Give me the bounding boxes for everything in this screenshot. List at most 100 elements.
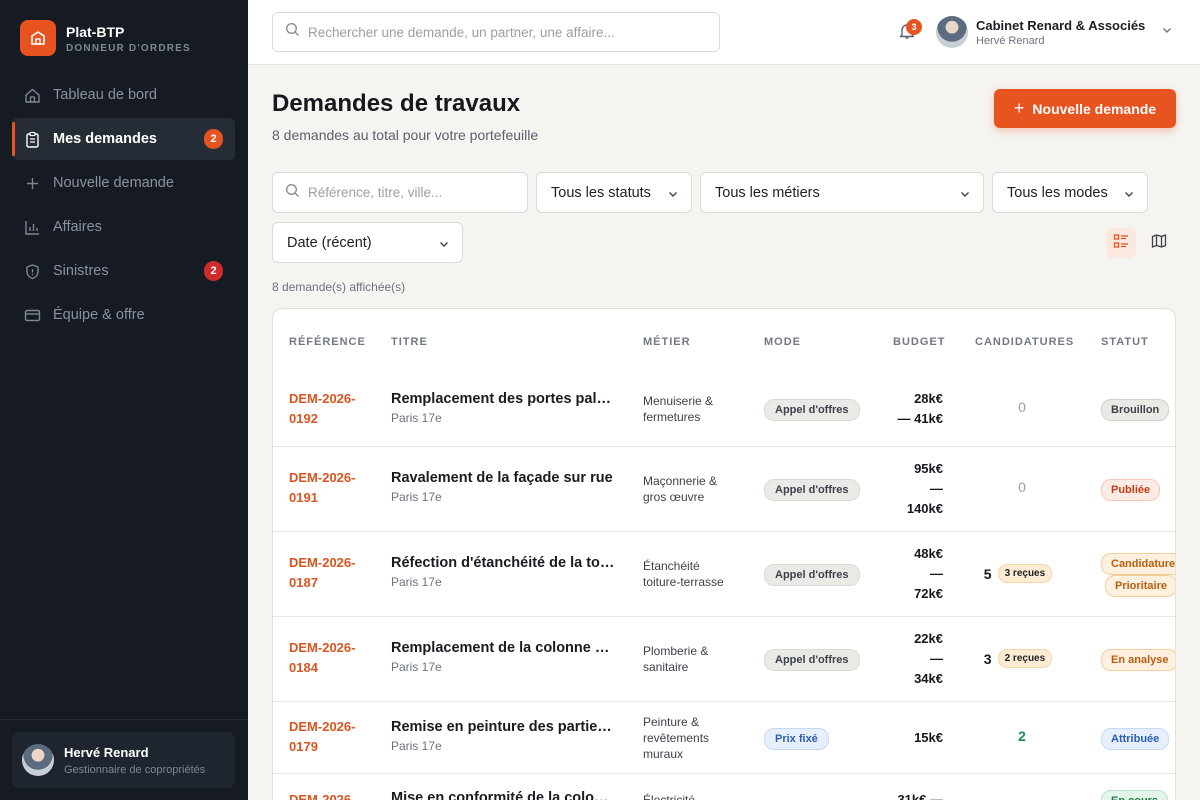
status-badge: Publiée xyxy=(1101,479,1161,501)
budget-max: 72k€ xyxy=(914,586,943,601)
chevron-down-icon xyxy=(1161,23,1173,41)
column-header-titre[interactable]: TITRE xyxy=(391,336,428,348)
status-filter[interactable]: Tous les statuts xyxy=(536,172,692,213)
status-filter-value: Tous les statuts xyxy=(551,184,651,201)
request-title[interactable]: Réfection d'étanchéité de la toiture-ter… xyxy=(391,555,615,571)
status-badge: Attribuée xyxy=(1101,728,1170,750)
new-request-button[interactable]: + Nouvelle demande xyxy=(994,89,1176,128)
map-icon xyxy=(1151,233,1167,254)
reference-prefix: DEM-2026- xyxy=(289,719,356,734)
priority-badge: Prioritaire xyxy=(1105,575,1175,597)
budget-min: 48k€ xyxy=(914,546,943,561)
request-title[interactable]: Remise en peinture des parties communes xyxy=(391,719,615,735)
reference-cell[interactable]: DEM-2026- 0184 xyxy=(289,638,369,678)
filter-search[interactable] xyxy=(272,172,528,213)
request-city: Paris 17e xyxy=(391,739,442,753)
mode-pill: Appel d'offres xyxy=(764,399,860,421)
count-badge: 2 xyxy=(204,261,223,281)
candidatures-cell: 0 xyxy=(982,399,1062,415)
sort-select-value: Date (récent) xyxy=(287,234,372,251)
candidatures-count: 2 xyxy=(1018,728,1026,744)
reference-cell[interactable]: DEM-2026- 0179 xyxy=(289,717,369,757)
avatar xyxy=(936,16,968,48)
sidebar-item-label: Tableau de bord xyxy=(53,87,157,103)
candidatures-cell: 5 3 reçues xyxy=(963,564,1073,583)
search-icon xyxy=(285,183,300,202)
request-title[interactable]: Remplacement des portes palières xyxy=(391,391,615,407)
request-title[interactable]: Mise en conformité de la colonne xyxy=(391,790,615,800)
search-input[interactable] xyxy=(308,24,699,40)
candidatures-count: 0 xyxy=(1018,479,1026,495)
mode-filter-value: Tous les modes xyxy=(1007,184,1108,201)
sidebar-user-card[interactable]: Hervé Renard Gestionnaire de copropriété… xyxy=(12,732,235,788)
filter-search-input[interactable] xyxy=(308,185,526,200)
candidatures-cell: 3 2 reçues xyxy=(963,649,1073,668)
table-row[interactable]: DEM-2026- 0187 Réfection d'étanchéité de … xyxy=(273,532,1175,617)
budget-cell: 22k€ — 34k€ xyxy=(883,629,943,689)
column-header-reference[interactable]: RÉFÉRENCE xyxy=(289,336,366,348)
brand[interactable]: Plat-BTP DONNEUR D'ORDRES xyxy=(20,20,191,56)
results-count: 8 demande(s) affichée(s) xyxy=(272,280,406,294)
metier-cell: Plomberie & sanitaire xyxy=(643,644,709,674)
budget-value: 15k€ xyxy=(914,730,943,745)
sort-select[interactable]: Date (récent) xyxy=(272,222,463,263)
table-row[interactable]: DEM-2026- 0179 Remise en peinture des par… xyxy=(273,702,1175,774)
table-row[interactable]: DEM-2026- 0184 Remplacement de la colonne… xyxy=(273,617,1175,702)
budget-min: 31k€ — xyxy=(897,792,943,800)
column-header-mode[interactable]: MODE xyxy=(764,336,801,348)
budget-separator: — xyxy=(930,481,943,496)
reference-cell[interactable]: DEM-2026- 0187 xyxy=(289,553,369,593)
column-header-budget[interactable]: BUDGET xyxy=(893,336,945,348)
status-badge: En analyse xyxy=(1101,649,1175,671)
sidebar-item-tableau-de-bord[interactable]: Tableau de bord xyxy=(12,74,235,116)
mode-filter[interactable]: Tous les modes xyxy=(992,172,1148,213)
budget-min: 95k€ xyxy=(914,461,943,476)
metier-cell: Étanchéité toiture-terrasse xyxy=(643,559,724,589)
request-city: Paris 17e xyxy=(391,575,442,589)
request-title[interactable]: Ravalement de la façade sur rue xyxy=(391,470,615,486)
request-city: Paris 17e xyxy=(391,411,442,425)
sidebar-item-nouvelle-demande[interactable]: Nouvelle demande xyxy=(12,162,235,204)
sidebar-item-affaires[interactable]: Affaires xyxy=(12,206,235,248)
table-row[interactable]: DEM-2026- Mise en conformité de la colon… xyxy=(273,774,1175,800)
list-view-toggle[interactable] xyxy=(1106,228,1136,258)
status-badge: Brouillon xyxy=(1101,399,1170,421)
sidebar-item-label: Sinistres xyxy=(53,263,109,279)
list-icon xyxy=(1113,233,1129,254)
sidebar-item-sinistres[interactable]: Sinistres 2 xyxy=(12,250,235,292)
sidebar-item-label: Affaires xyxy=(53,219,102,235)
reference-cell[interactable]: DEM-2026- xyxy=(289,790,369,800)
account-menu[interactable]: Cabinet Renard & Associés Hervé Renard xyxy=(936,16,1173,48)
sidebar-item-label: Nouvelle demande xyxy=(53,175,174,191)
metier-filter-value: Tous les métiers xyxy=(715,184,820,201)
global-search[interactable] xyxy=(272,12,720,52)
candidatures-count: 5 xyxy=(983,565,992,582)
budget-max: — 41k€ xyxy=(897,411,943,426)
table-row[interactable]: DEM-2026- 0192 Remplacement des portes pa… xyxy=(273,371,1175,447)
reference-number: 0192 xyxy=(289,411,318,426)
reference-prefix: DEM-2026- xyxy=(289,470,356,485)
column-header-metier[interactable]: MÉTIER xyxy=(643,336,691,348)
reference-prefix: DEM-2026- xyxy=(289,792,356,800)
received-badge: 2 reçues xyxy=(997,649,1053,668)
sidebar: Plat-BTP DONNEUR D'ORDRES Tableau de bor… xyxy=(0,0,248,800)
budget-separator: — xyxy=(930,566,943,581)
map-view-toggle[interactable] xyxy=(1144,228,1174,258)
reference-cell[interactable]: DEM-2026- 0191 xyxy=(289,468,369,508)
brand-subtitle: DONNEUR D'ORDRES xyxy=(66,42,191,54)
column-header-statut[interactable]: STATUT xyxy=(1101,336,1149,348)
user-name: Hervé Renard xyxy=(976,34,1045,47)
metier-filter[interactable]: Tous les métiers xyxy=(700,172,984,213)
topbar: 3 Cabinet Renard & Associés Hervé Renard xyxy=(248,0,1200,65)
table-row[interactable]: DEM-2026- 0191 Ravalement de la façade su… xyxy=(273,447,1175,532)
reference-number: 0184 xyxy=(289,660,318,675)
sidebar-item-mes-demandes[interactable]: Mes demandes 2 xyxy=(12,118,235,160)
column-header-candidatures[interactable]: CANDIDATURES xyxy=(975,336,1074,348)
budget-min: 22k€ xyxy=(914,631,943,646)
request-title[interactable]: Remplacement de la colonne d'eau xyxy=(391,640,615,656)
metier-cell: Maçonnerie & gros œuvre xyxy=(643,474,718,504)
avatar xyxy=(22,744,54,776)
budget-cell: 15k€ xyxy=(883,728,943,748)
reference-cell[interactable]: DEM-2026- 0192 xyxy=(289,389,369,429)
sidebar-item-equipe-offre[interactable]: Équipe & offre xyxy=(12,294,235,336)
